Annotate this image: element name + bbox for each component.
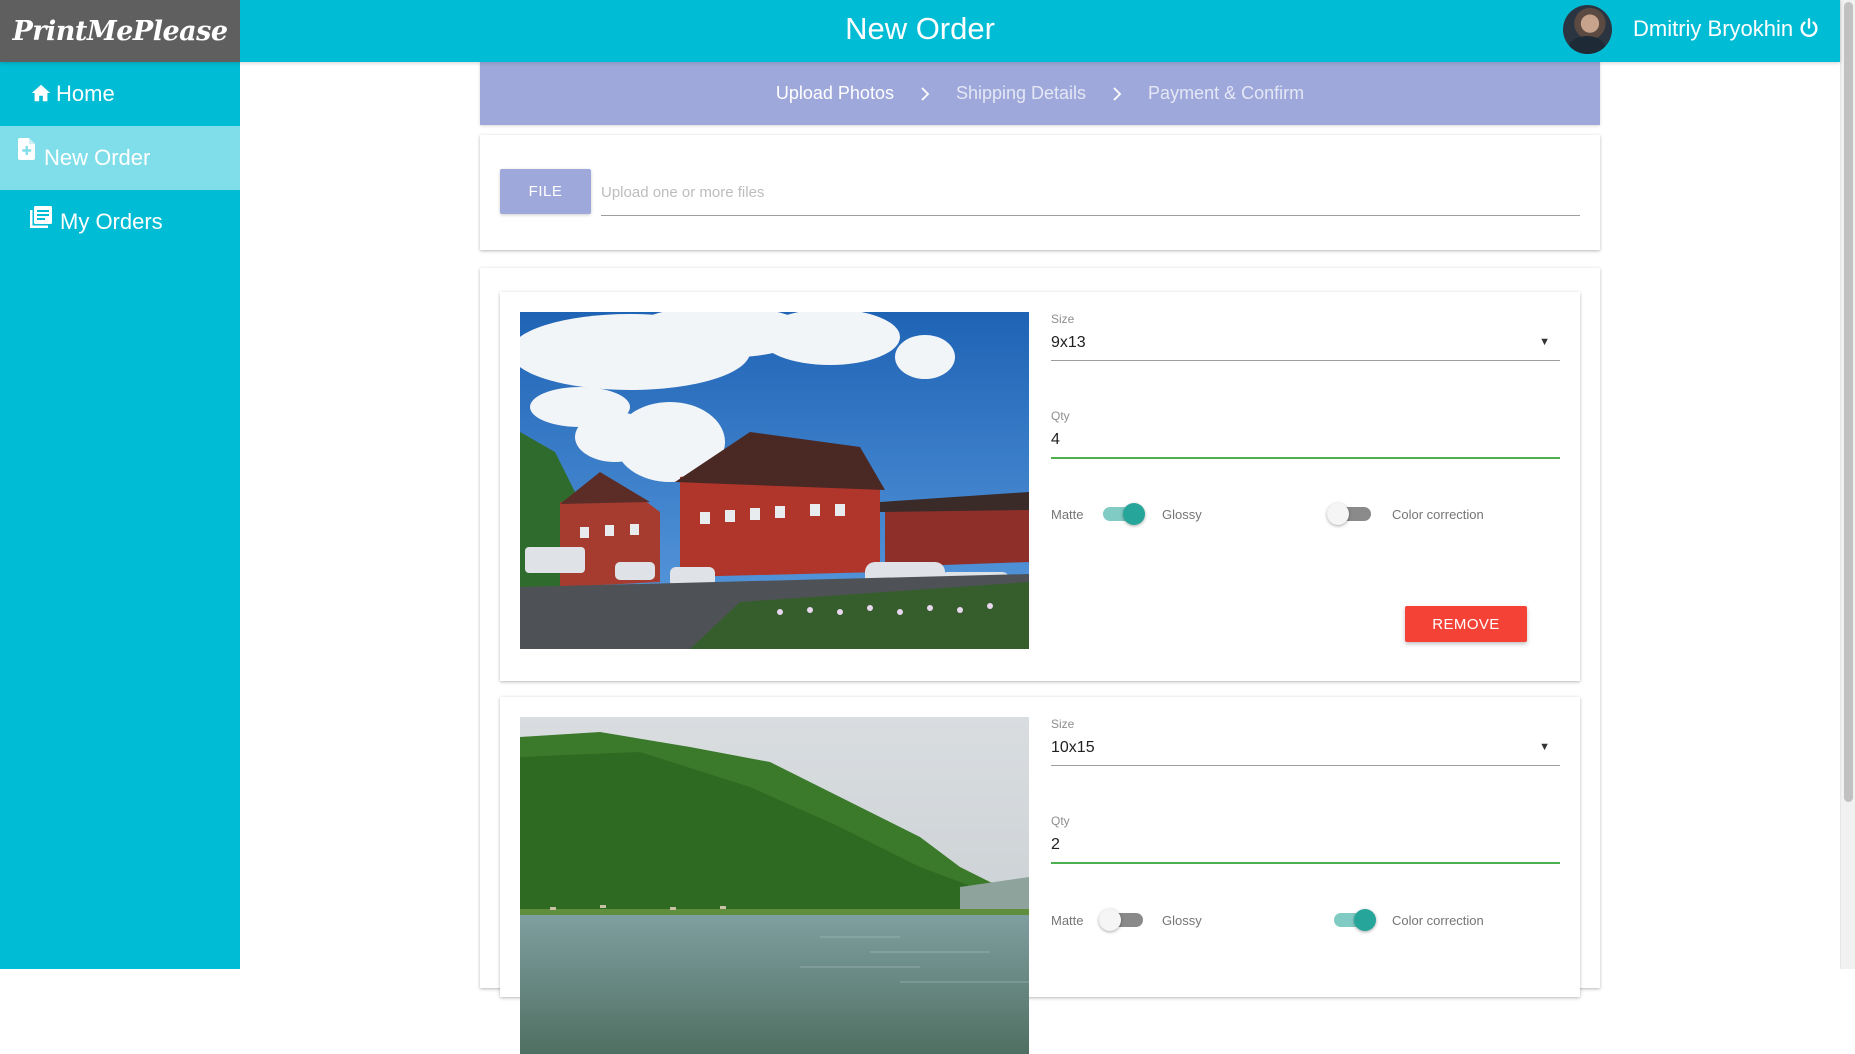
matte-glossy-toggle[interactable] (1099, 908, 1145, 932)
photo-preview-hotel (520, 312, 1029, 649)
color-correction-label: Color correction (1392, 913, 1484, 928)
orders-list-icon (30, 206, 52, 228)
matte-label: Matte (1051, 913, 1084, 928)
user-name[interactable]: Dmitriy Bryokhin (1633, 0, 1793, 58)
logo[interactable]: PrintMePlease (0, 0, 240, 62)
photo-item: Size 9x13 ▼ Qty 4 Matte Glossy Color cor… (500, 292, 1580, 681)
color-correction-toggle[interactable] (1330, 908, 1376, 932)
color-correction-label: Color correction (1392, 507, 1484, 522)
upload-files-field[interactable]: Upload one or more files (601, 169, 1580, 216)
step-upload-photos[interactable]: Upload Photos (776, 83, 894, 104)
size-value: 9x13 (1051, 334, 1086, 351)
glossy-label: Glossy (1162, 507, 1202, 522)
scrollbar-thumb[interactable] (1844, 2, 1853, 802)
qty-label: Qty (1051, 409, 1070, 423)
step-shipping-details[interactable]: Shipping Details (956, 83, 1086, 104)
dropdown-arrow-icon: ▼ (1539, 336, 1550, 348)
photo-list-card: Size 9x13 ▼ Qty 4 Matte Glossy Color cor… (480, 268, 1600, 1054)
qty-value: 4 (1051, 431, 1060, 448)
size-select[interactable]: 9x13 ▼ (1051, 330, 1560, 361)
color-correction-toggle[interactable] (1327, 502, 1373, 526)
sidebar-item-new-order[interactable]: New Order (0, 126, 240, 190)
sidebar-item-label: My Orders (60, 209, 163, 234)
matte-label: Matte (1051, 507, 1084, 522)
dropdown-arrow-icon: ▼ (1539, 741, 1550, 753)
avatar[interactable] (1563, 5, 1612, 54)
order-stepper: Upload Photos Shipping Details Payment &… (480, 62, 1600, 125)
sidebar-item-label: Home (56, 81, 115, 106)
matte-glossy-toggle[interactable] (1099, 502, 1145, 526)
photo-preview-fjord (520, 717, 1029, 1054)
page-title: New Order (845, 11, 995, 46)
logo-text: PrintMePlease (12, 15, 228, 47)
page-scrollbar[interactable] (1840, 0, 1855, 969)
glossy-label: Glossy (1162, 913, 1202, 928)
size-label: Size (1051, 717, 1075, 731)
sidebar-item-label: New Order (44, 145, 151, 170)
size-select[interactable]: 10x15 ▼ (1051, 735, 1560, 766)
upload-card: FILE Upload one or more files (480, 135, 1600, 250)
power-icon[interactable] (1798, 17, 1820, 39)
size-label: Size (1051, 312, 1075, 326)
photo-item: Size 10x15 ▼ Qty 2 Matte Glossy Color co… (500, 697, 1580, 1054)
qty-input[interactable]: 4 (1051, 427, 1560, 459)
top-app-bar: PrintMePlease New Order Dmitriy Bryokhin (0, 0, 1840, 62)
chevron-right-icon (1113, 86, 1122, 101)
qty-input[interactable]: 2 (1051, 832, 1560, 864)
sidebar-item-home[interactable]: Home (0, 62, 240, 126)
add-document-icon (18, 138, 35, 160)
file-upload-button[interactable]: FILE (500, 169, 591, 214)
upload-placeholder: Upload one or more files (601, 183, 765, 201)
remove-button[interactable]: REMOVE (1405, 606, 1527, 642)
chevron-right-icon (921, 86, 930, 101)
qty-value: 2 (1051, 836, 1060, 853)
size-value: 10x15 (1051, 739, 1095, 756)
sidebar: Home New Order My Orders (0, 62, 240, 969)
step-payment-confirm[interactable]: Payment & Confirm (1148, 83, 1304, 104)
home-icon (31, 84, 51, 102)
qty-label: Qty (1051, 814, 1070, 828)
sidebar-item-my-orders[interactable]: My Orders (0, 190, 240, 254)
